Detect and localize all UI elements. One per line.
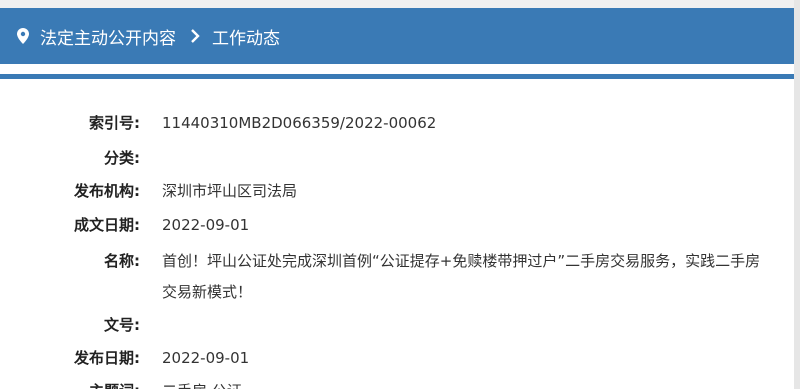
detail-value: 11440310MB2D066359/2022-00062 <box>162 114 437 132</box>
detail-row-doc-number: 文号: <box>0 313 794 337</box>
detail-label: 主题词: <box>0 379 140 389</box>
detail-row-title: 名称: 首创！坪山公证处完成深圳首例“公证提存+免赎楼带押过户”二手房交易服务，… <box>0 249 794 308</box>
detail-value <box>162 146 762 170</box>
detail-row-written-date: 成文日期: 2022-09-01 <box>0 213 794 237</box>
detail-label: 发布机构: <box>74 182 140 200</box>
map-pin-icon <box>16 27 30 45</box>
detail-value: 2022-09-01 <box>162 349 250 367</box>
header-gap <box>0 64 794 74</box>
detail-label: 发布日期: <box>74 349 140 367</box>
scrollbar[interactable] <box>794 0 800 389</box>
info-panel: 索引号: 11440310MB2D066359/2022-00062 分类: 发… <box>0 79 794 389</box>
detail-label: 分类: <box>104 149 140 167</box>
detail-label: 成文日期: <box>74 216 140 234</box>
detail-value: 深圳市坪山区司法局 <box>162 182 298 200</box>
detail-row-publish-date: 发布日期: 2022-09-01 <box>0 346 794 370</box>
breadcrumb-link-work-news[interactable]: 工作动态 <box>212 24 280 49</box>
detail-value <box>162 313 762 337</box>
detail-row-index: 索引号: 11440310MB2D066359/2022-00062 <box>0 111 794 135</box>
detail-label: 名称: <box>104 252 140 270</box>
detail-value: 二手房,公证 <box>162 379 762 389</box>
detail-label: 索引号: <box>89 114 140 132</box>
detail-row-publisher: 发布机构: 深圳市坪山区司法局 <box>0 179 794 203</box>
detail-row-category: 分类: <box>0 146 794 170</box>
breadcrumb-link-public-content[interactable]: 法定主动公开内容 <box>40 24 176 49</box>
detail-value: 首创！坪山公证处完成深圳首例“公证提存+免赎楼带押过户”二手房交易服务，实践二手… <box>162 252 761 301</box>
detail-value: 2022-09-01 <box>162 216 250 234</box>
chevron-right-icon <box>190 29 200 43</box>
breadcrumb: 法定主动公开内容 工作动态 <box>0 8 794 64</box>
detail-row-keywords: 主题词: 二手房,公证 <box>0 379 794 389</box>
detail-label: 文号: <box>104 316 140 334</box>
page: 法定主动公开内容 工作动态 索引号: 11440310MB2D066359/20… <box>0 0 800 389</box>
